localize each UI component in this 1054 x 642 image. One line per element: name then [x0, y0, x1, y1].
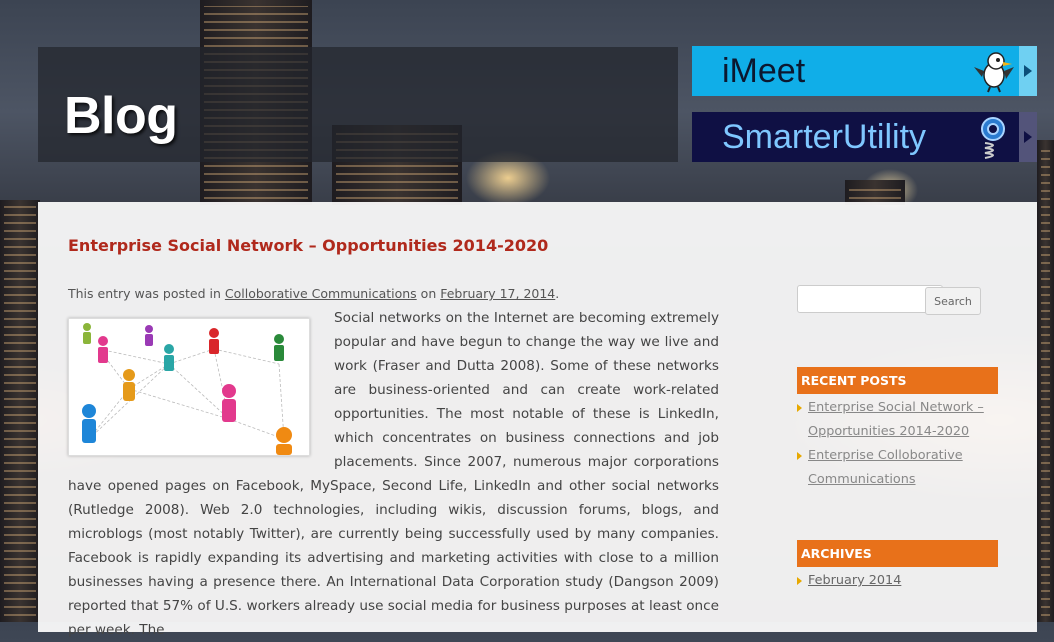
post-body: Social networks on the Internet are beco…	[68, 306, 719, 642]
bird-mascot-icon	[967, 48, 1019, 94]
gear-spring-icon	[967, 114, 1019, 160]
search-input[interactable]	[797, 285, 943, 313]
list-item: Enterprise Social Network – Opportunitie…	[797, 396, 997, 444]
chevron-right-icon	[1019, 46, 1037, 96]
blog-title[interactable]: Blog	[64, 86, 178, 146]
building	[1037, 140, 1054, 622]
building	[0, 200, 40, 622]
archive-link[interactable]: February 2014	[808, 573, 901, 588]
date-link[interactable]: February 17, 2014	[440, 286, 555, 301]
list-item: February 2014	[797, 569, 997, 593]
list-item: Enterprise Colloborative Communications	[797, 444, 997, 492]
chevron-right-icon	[1019, 112, 1037, 162]
meta-prefix: This entry was posted in	[68, 286, 225, 301]
social-network-image	[68, 318, 310, 456]
archives-title: ARCHIVES	[797, 540, 998, 567]
imeet-promo-link[interactable]: iMeet	[692, 46, 1037, 96]
post-title[interactable]: Enterprise Social Network – Opportunitie…	[68, 236, 548, 255]
smarterutility-promo-link[interactable]: SmarterUtility	[692, 112, 1037, 162]
post-meta: This entry was posted in Colloborative C…	[68, 286, 559, 301]
archives-list: February 2014	[797, 569, 997, 593]
smarterutility-label: SmarterUtility	[722, 117, 927, 156]
recent-posts-title: RECENT POSTS	[797, 367, 998, 394]
recent-post-link[interactable]: Enterprise Social Network – Opportunitie…	[808, 400, 984, 439]
recent-post-link[interactable]: Enterprise Colloborative Communications	[808, 448, 963, 487]
meta-suffix: .	[555, 286, 560, 301]
imeet-label: iMeet	[722, 51, 806, 90]
meta-mid: on	[416, 286, 441, 301]
category-link[interactable]: Colloborative Communications	[225, 286, 417, 301]
search-button[interactable]: Search	[925, 287, 981, 315]
recent-posts-list: Enterprise Social Network – Opportunitie…	[797, 396, 997, 492]
